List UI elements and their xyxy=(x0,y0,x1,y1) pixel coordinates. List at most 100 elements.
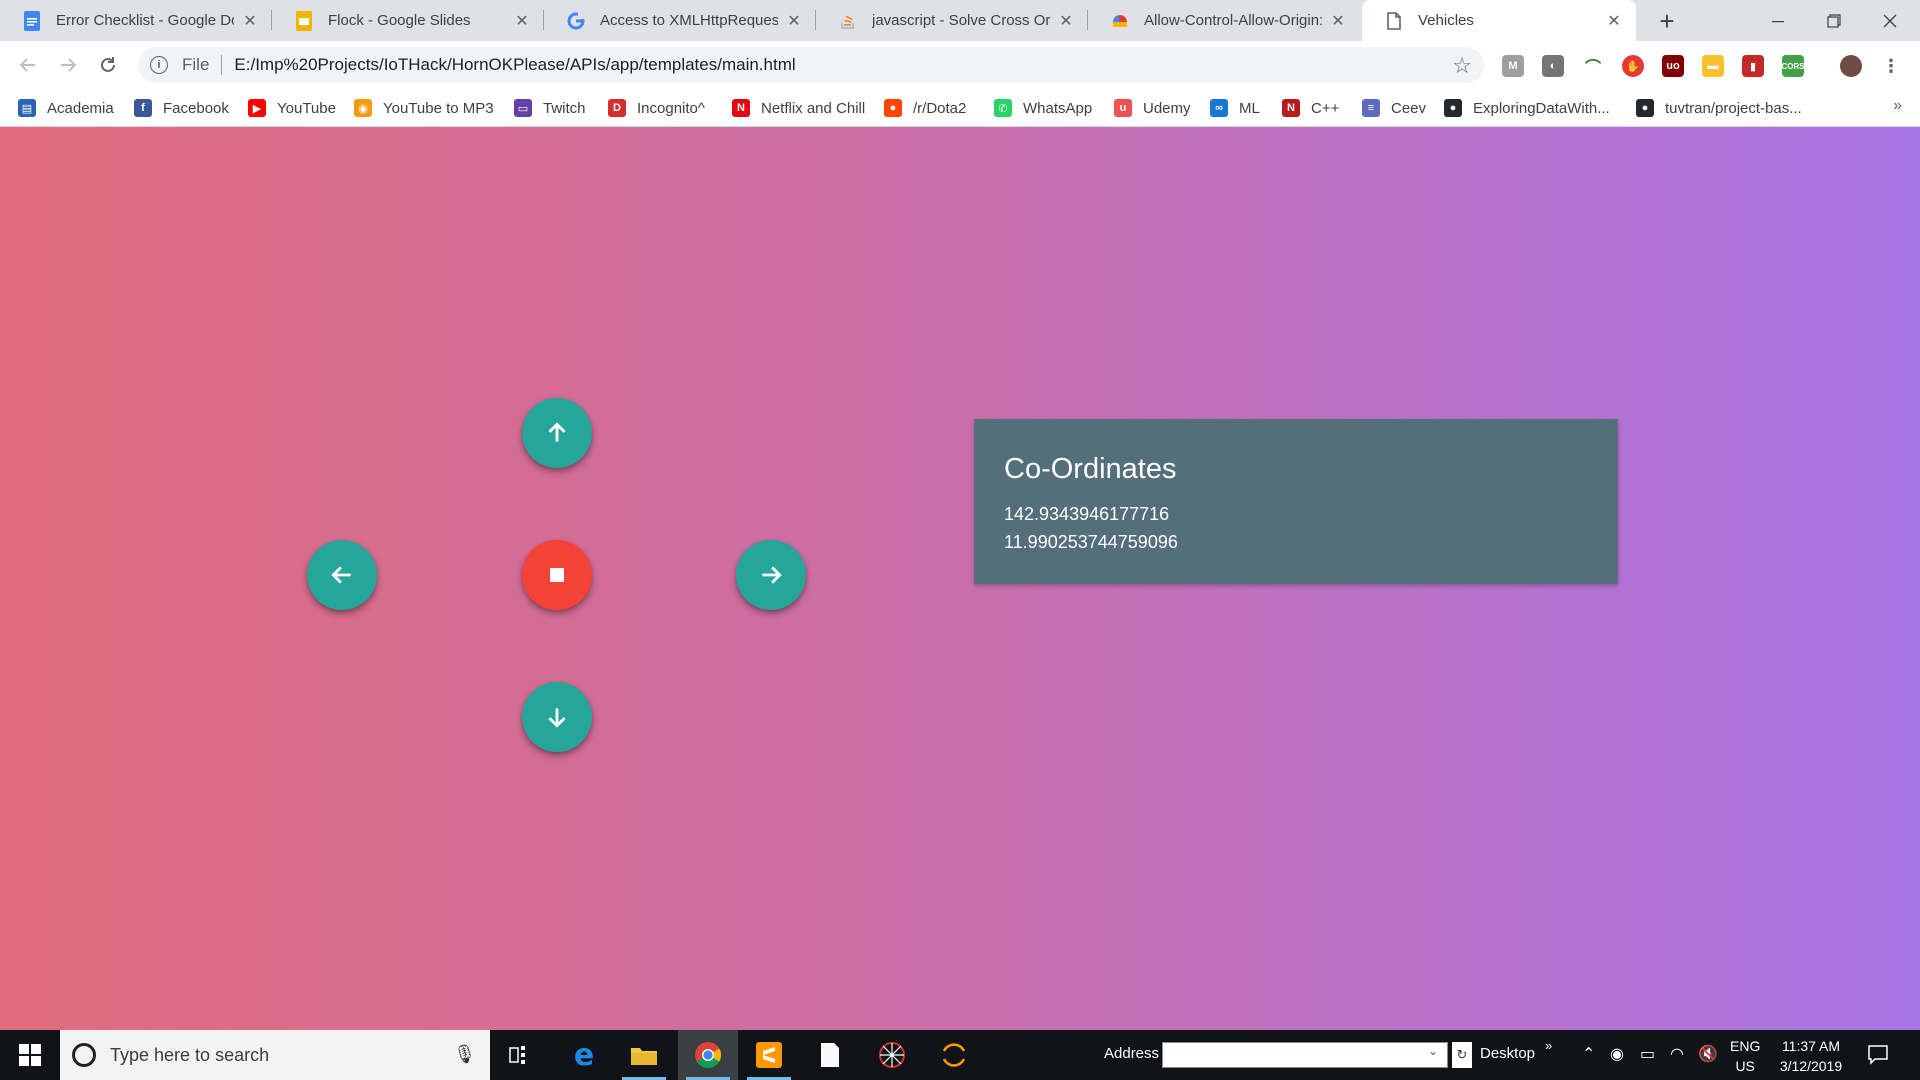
bookmark-youtube[interactable]: ▶ YouTube xyxy=(248,97,336,119)
bookmark-twitch[interactable]: ▭ Twitch xyxy=(514,97,586,119)
file-explorer-icon[interactable] xyxy=(614,1030,674,1080)
show-hidden-icons[interactable]: ⌃ xyxy=(1582,1044,1595,1064)
bookmarks-overflow-icon[interactable]: » xyxy=(1893,97,1902,115)
cors-extension-icon[interactable]: CORS xyxy=(1781,55,1805,77)
action-center-icon[interactable] xyxy=(1866,1042,1890,1066)
toolbar-overflow-icon[interactable]: » xyxy=(1545,1038,1552,1053)
bookmark-incognito[interactable]: D Incognito^ xyxy=(608,97,705,119)
address-toolbar-label: Address xyxy=(1104,1045,1160,1062)
browser-toolbar: i File E:/Imp%20Projects/IoTHack/HornOKP… xyxy=(0,41,1920,89)
spider-app-icon[interactable] xyxy=(862,1030,922,1080)
bookmark-whatsapp[interactable]: ✆ WhatsApp xyxy=(994,97,1092,119)
move-down-button[interactable] xyxy=(522,682,592,752)
move-up-button[interactable] xyxy=(522,398,592,468)
url-text[interactable]: E:/Imp%20Projects/IoTHack/HornOKPlease/A… xyxy=(234,55,795,75)
input-language[interactable]: ENG US xyxy=(1730,1036,1760,1076)
tab-allow-control-allow-origin[interactable]: Allow-Control-Allow-Origin: ✕ xyxy=(1088,0,1360,41)
chrome-taskbar-icon[interactable] xyxy=(678,1030,738,1080)
profile-avatar[interactable] xyxy=(1840,55,1862,77)
bookmark-facebook[interactable]: f Facebook xyxy=(134,97,229,119)
close-window-icon[interactable] xyxy=(1862,0,1918,41)
page-icon xyxy=(1384,11,1404,31)
stop-button[interactable] xyxy=(522,540,592,610)
volume-muted-icon[interactable]: 🔇 xyxy=(1698,1044,1718,1064)
cortana-icon[interactable] xyxy=(72,1043,96,1067)
language-code: ENG xyxy=(1730,1038,1761,1054)
info-icon[interactable]: i xyxy=(150,56,168,74)
bookmark-label: Academia xyxy=(47,99,114,117)
scheme-label: File xyxy=(182,55,210,74)
tab-error-checklist[interactable]: Error Checklist - Google Docs ✕ xyxy=(0,0,272,41)
move-left-button[interactable] xyxy=(307,540,377,610)
system-clock[interactable]: 11:37 AM 3/12/2019 xyxy=(1776,1036,1846,1076)
lightbulb-extension-icon[interactable]: ◐ xyxy=(1542,55,1564,77)
windows-taskbar: Type here to search 🎙 e Address ⌄ ↻ Desk… xyxy=(0,1030,1920,1080)
tab-close-icon[interactable]: ✕ xyxy=(1604,11,1624,31)
bookmark-tuvtran-project-bas[interactable]: ● tuvtran/project-bas... xyxy=(1636,97,1802,119)
minimize-icon[interactable] xyxy=(1750,0,1806,41)
bookmark-academia[interactable]: ▤ Academia xyxy=(18,97,114,119)
address-refresh-icon[interactable]: ↻ xyxy=(1452,1042,1472,1068)
tab-close-icon[interactable]: ✕ xyxy=(784,11,804,31)
sublime-text-icon[interactable] xyxy=(739,1030,799,1080)
taskbar-search-box[interactable]: Type here to search 🎙 xyxy=(60,1030,490,1080)
gmail-checker-icon[interactable]: M xyxy=(1502,55,1524,77)
google-icon xyxy=(566,11,586,31)
address-dropdown-icon[interactable]: ⌄ xyxy=(1428,1044,1438,1058)
bookmark-r-dota2[interactable]: ● /r/Dota2 xyxy=(884,97,966,119)
tab-title: Flock - Google Slides xyxy=(328,12,471,29)
desktop-toolbar-label[interactable]: Desktop xyxy=(1480,1045,1535,1062)
battery-icon[interactable]: ▭ xyxy=(1640,1044,1655,1064)
bookmark-label: C++ xyxy=(1311,99,1340,117)
bookmarks-bar: » ▤ Academia f Facebook ▶ YouTube ◉ YouTube to … xyxy=(0,89,1920,127)
back-icon[interactable] xyxy=(12,49,44,81)
bookmark-label: ML xyxy=(1239,99,1260,117)
tab-access-xmlhttprequest[interactable]: Access to XMLHttpRequest at ✕ xyxy=(544,0,816,41)
omnibox[interactable]: i File E:/Imp%20Projects/IoTHack/HornOKP… xyxy=(138,47,1484,83)
tab-close-icon[interactable]: ✕ xyxy=(1056,11,1076,31)
tab-close-icon[interactable]: ✕ xyxy=(512,11,532,31)
bookmark-star-icon[interactable]: ☆ xyxy=(1452,53,1472,79)
tray-app-icon[interactable]: ◉ xyxy=(1610,1044,1624,1064)
new-tab-button[interactable]: + xyxy=(1652,6,1682,36)
bookmark-ceev[interactable]: ≡ Ceev xyxy=(1362,97,1426,119)
eclipse-icon[interactable] xyxy=(924,1030,984,1080)
tab-close-icon[interactable]: ✕ xyxy=(1328,11,1348,31)
adblock-icon[interactable]: ✋ xyxy=(1622,55,1644,77)
edge-icon[interactable]: e xyxy=(554,1030,614,1080)
bookmark-ml[interactable]: ∞ ML xyxy=(1210,97,1260,119)
page-content: Co-Ordinates 142.9343946177716 11.990253… xyxy=(0,127,1920,1030)
move-right-button[interactable] xyxy=(736,540,806,610)
menu-dots-icon[interactable]: ⋮ xyxy=(1880,55,1902,77)
notepad-icon[interactable] xyxy=(800,1030,860,1080)
bookmark-exploringdatawith[interactable]: ● ExploringDataWith... xyxy=(1444,97,1610,119)
netflix-icon: N xyxy=(732,99,750,117)
tab-vehicles[interactable]: Vehicles ✕ xyxy=(1362,0,1636,41)
bookmark-c[interactable]: N C++ xyxy=(1282,97,1339,119)
restore-icon[interactable] xyxy=(1806,0,1862,41)
address-toolbar-input[interactable] xyxy=(1162,1042,1448,1068)
bookmark-udemy[interactable]: u Udemy xyxy=(1114,97,1191,119)
region-code: US xyxy=(1735,1058,1755,1074)
tab-close-icon[interactable]: ✕ xyxy=(240,11,260,31)
ublock-icon[interactable]: uo xyxy=(1662,55,1684,77)
tab-solve-cross-origin[interactable]: javascript - Solve Cross Origin ✕ xyxy=(816,0,1088,41)
chart-extension-icon[interactable]: ⌒ xyxy=(1582,55,1604,77)
tab-title: Error Checklist - Google Docs xyxy=(56,12,234,29)
stackoverflow-icon xyxy=(838,11,858,31)
windows-start-icon[interactable] xyxy=(0,1030,60,1080)
forward-icon[interactable] xyxy=(52,49,84,81)
wifi-icon[interactable]: ◠ xyxy=(1670,1044,1684,1064)
google-slides-icon xyxy=(294,10,314,31)
task-view-icon[interactable] xyxy=(490,1030,550,1080)
bookmark-label: WhatsApp xyxy=(1023,99,1093,117)
bookmark-netflix-and-chill[interactable]: N Netflix and Chill xyxy=(732,97,865,119)
clock-date: 3/12/2019 xyxy=(1779,1058,1843,1074)
notes-extension-icon[interactable]: ▬ xyxy=(1702,55,1724,77)
tab-flock[interactable]: Flock - Google Slides ✕ xyxy=(272,0,544,41)
whatsapp-icon: ✆ xyxy=(994,99,1012,117)
bookmark-youtube-to-mp3[interactable]: ◉ YouTube to MP3 xyxy=(354,97,494,119)
microphone-icon[interactable]: 🎙 xyxy=(453,1044,476,1065)
reload-icon[interactable] xyxy=(92,49,124,81)
pdf-extension-icon[interactable]: ▮ xyxy=(1742,55,1764,77)
